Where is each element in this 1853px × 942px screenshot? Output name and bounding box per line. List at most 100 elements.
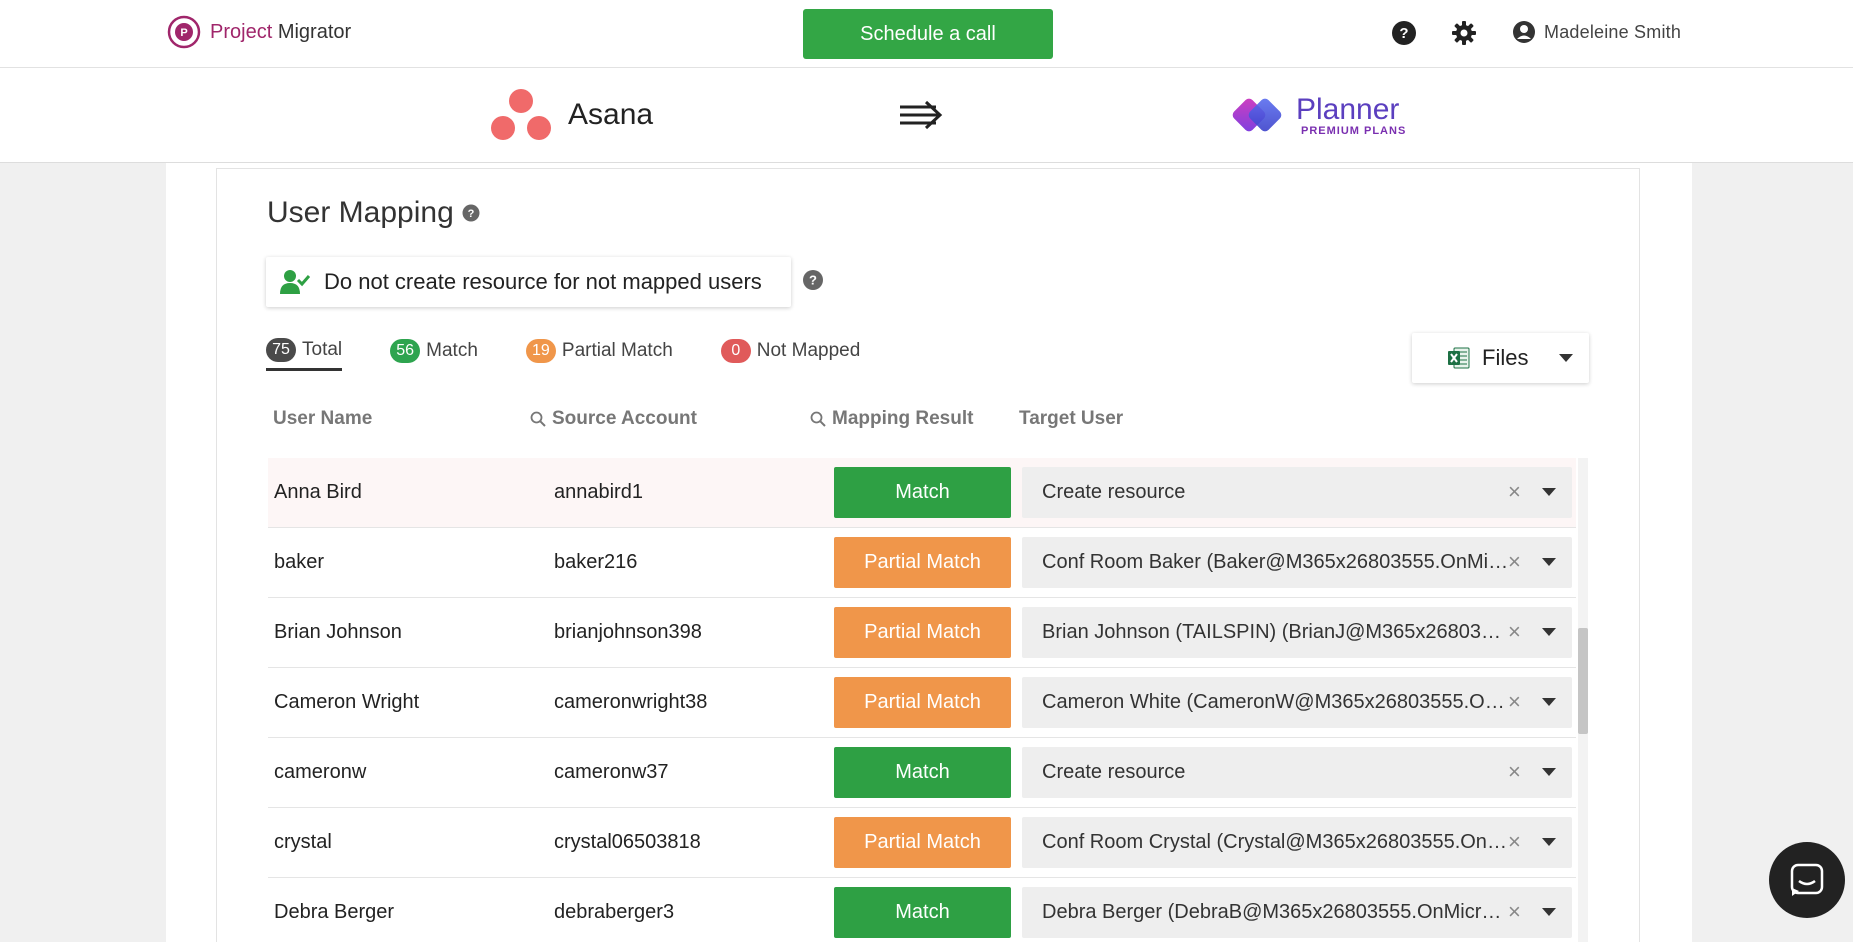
title-help-icon[interactable]: ? xyxy=(462,204,480,222)
chevron-down-icon[interactable] xyxy=(1542,838,1556,846)
user-menu[interactable]: Madeleine Smith xyxy=(1512,20,1681,44)
mapping-result-badge[interactable]: Partial Match xyxy=(834,677,1011,728)
target-user-value: Cameron White (CameronW@M365x26803555.On… xyxy=(1042,691,1512,713)
clear-icon[interactable]: × xyxy=(1508,619,1521,645)
chevron-down-icon[interactable] xyxy=(1542,558,1556,566)
table-row: baker baker216 Partial Match Conf Room B… xyxy=(268,528,1576,598)
planner-logo-icon xyxy=(1232,98,1282,132)
mapping-result-badge[interactable]: Match xyxy=(834,887,1011,938)
table-scrollbar-thumb[interactable] xyxy=(1578,628,1588,734)
source-account-cell: brianjohnson398 xyxy=(554,621,702,643)
target-user-select[interactable]: Create resource × xyxy=(1022,467,1572,518)
excel-icon xyxy=(1448,347,1470,369)
user-name-cell: crystal xyxy=(274,831,332,853)
planner-brand: Planner PREMIUM PLANS xyxy=(1296,95,1407,138)
column-target-user-label: Target User xyxy=(1019,408,1124,429)
toggle-help-icon[interactable]: ? xyxy=(802,269,824,291)
target-user-value: Conf Room Baker (Baker@M365x26803555.OnM… xyxy=(1042,551,1512,573)
search-icon[interactable] xyxy=(810,411,826,427)
table-row: Debra Berger debraberger3 Match Debra Be… xyxy=(268,878,1576,942)
source-platform-name: Asana xyxy=(568,98,654,131)
app-logo[interactable]: P Project Migrator xyxy=(166,14,351,50)
clear-icon[interactable]: × xyxy=(1508,479,1521,505)
top-header: P Project Migrator Schedule a call ? Mad… xyxy=(0,0,1853,68)
target-platform-subtitle: PREMIUM PLANS xyxy=(1301,125,1407,137)
column-header-source-account[interactable]: Source Account xyxy=(530,408,697,430)
svg-text:?: ? xyxy=(467,208,474,220)
total-count-badge: 75 xyxy=(266,338,296,362)
app-name: Project Migrator xyxy=(210,20,352,43)
column-header-target-user[interactable]: Target User xyxy=(1019,408,1123,430)
mapping-result-badge[interactable]: Partial Match xyxy=(834,817,1011,868)
mapping-result-badge[interactable]: Partial Match xyxy=(834,607,1011,658)
search-icon[interactable] xyxy=(530,411,546,427)
user-name: Madeleine Smith xyxy=(1544,21,1682,42)
target-user-value: Create resource xyxy=(1042,481,1186,503)
column-header-mapping-result[interactable]: Mapping Result xyxy=(810,408,973,430)
svg-text:?: ? xyxy=(809,273,817,288)
user-name-cell: Debra Berger xyxy=(274,901,395,923)
chevron-down-icon[interactable] xyxy=(1542,768,1556,776)
chat-launcher-button[interactable] xyxy=(1769,842,1845,918)
tab-match[interactable]: 56 Match xyxy=(390,338,478,371)
mapping-result-badge[interactable]: Partial Match xyxy=(834,537,1011,588)
tab-not-mapped-label: Not Mapped xyxy=(756,339,861,361)
target-user-select[interactable]: Conf Room Baker (Baker@M365x26803555.OnM… xyxy=(1022,537,1572,588)
column-user-name-label: User Name xyxy=(273,408,373,429)
platform-bar: Asana Planner PREMIUM PLANS xyxy=(0,68,1853,163)
help-icon[interactable]: ? xyxy=(1391,20,1417,46)
filter-tabs: 75 Total 56 Match 19 Partial Match 0 Not… xyxy=(266,338,908,371)
tab-partial-label: Partial Match xyxy=(561,339,673,361)
page-title-text: User Mapping xyxy=(267,196,454,229)
clear-icon[interactable]: × xyxy=(1508,829,1521,855)
clear-icon[interactable]: × xyxy=(1508,759,1521,785)
tab-total-label: Total xyxy=(302,339,343,360)
clear-icon[interactable]: × xyxy=(1508,899,1521,925)
chevron-down-icon[interactable] xyxy=(1542,698,1556,706)
page-title: User Mapping ? xyxy=(267,196,480,230)
chevron-down-icon[interactable] xyxy=(1542,908,1556,916)
target-platform: Planner PREMIUM PLANS xyxy=(1230,88,1406,144)
target-user-select[interactable]: Conf Room Crystal (Crystal@M365x26803555… xyxy=(1022,817,1572,868)
source-account-cell: crystal06503818 xyxy=(554,831,701,853)
source-account-cell: baker216 xyxy=(554,551,638,573)
chevron-down-icon[interactable] xyxy=(1542,628,1556,636)
no-resource-toggle-button[interactable]: Do not create resource for not mapped us… xyxy=(266,257,791,307)
source-account-cell: debraberger3 xyxy=(554,901,675,923)
mapping-result-badge[interactable]: Match xyxy=(834,467,1011,518)
tab-total[interactable]: 75 Total xyxy=(266,338,343,371)
clear-icon[interactable]: × xyxy=(1508,549,1521,575)
target-user-value: Conf Room Crystal (Crystal@M365x26803555… xyxy=(1042,831,1512,853)
user-mapping-table: Anna Bird annabird1 Match Create resourc… xyxy=(268,458,1588,942)
tab-match-label: Match xyxy=(426,339,478,361)
column-source-account-label: Source Account xyxy=(552,408,697,429)
target-user-select[interactable]: Create resource × xyxy=(1022,747,1572,798)
target-user-select[interactable]: Debra Berger (DebraB@M365x26803555.OnMic… xyxy=(1022,887,1572,938)
files-dropdown[interactable]: Files xyxy=(1412,333,1589,383)
files-chevron-down-icon xyxy=(1559,354,1573,362)
schedule-call-button[interactable]: Schedule a call xyxy=(803,9,1053,59)
not-mapped-count-badge: 0 xyxy=(720,338,751,363)
tab-not-mapped[interactable]: 0 Not Mapped xyxy=(720,338,861,371)
column-header-user-name[interactable]: User Name xyxy=(273,408,372,430)
column-mapping-result-label: Mapping Result xyxy=(832,408,974,429)
source-platform: Asana xyxy=(490,88,653,142)
target-user-value: Brian Johnson (TAILSPIN) (BrianJ@M365x26… xyxy=(1042,621,1512,643)
migration-arrow-icon xyxy=(900,100,943,130)
user-avatar-icon xyxy=(1513,21,1535,43)
clear-icon[interactable]: × xyxy=(1508,689,1521,715)
tab-partial-match[interactable]: 19 Partial Match xyxy=(525,338,673,371)
source-account-cell: cameronwright38 xyxy=(554,691,708,713)
target-user-select[interactable]: Cameron White (CameronW@M365x26803555.On… xyxy=(1022,677,1572,728)
target-user-value: Create resource xyxy=(1042,761,1186,783)
files-label: Files xyxy=(1482,345,1529,370)
source-account-cell: cameronw37 xyxy=(554,761,669,783)
table-row: Brian Johnson brianjohnson398 Partial Ma… xyxy=(268,598,1576,668)
user-name-cell: baker xyxy=(274,551,325,573)
target-user-select[interactable]: Brian Johnson (TAILSPIN) (BrianJ@M365x26… xyxy=(1022,607,1572,658)
chevron-down-icon[interactable] xyxy=(1542,488,1556,496)
svg-text:P: P xyxy=(180,27,187,39)
mapping-result-badge[interactable]: Match xyxy=(834,747,1011,798)
gear-icon[interactable] xyxy=(1451,20,1477,46)
partial-count-badge: 19 xyxy=(525,338,556,363)
